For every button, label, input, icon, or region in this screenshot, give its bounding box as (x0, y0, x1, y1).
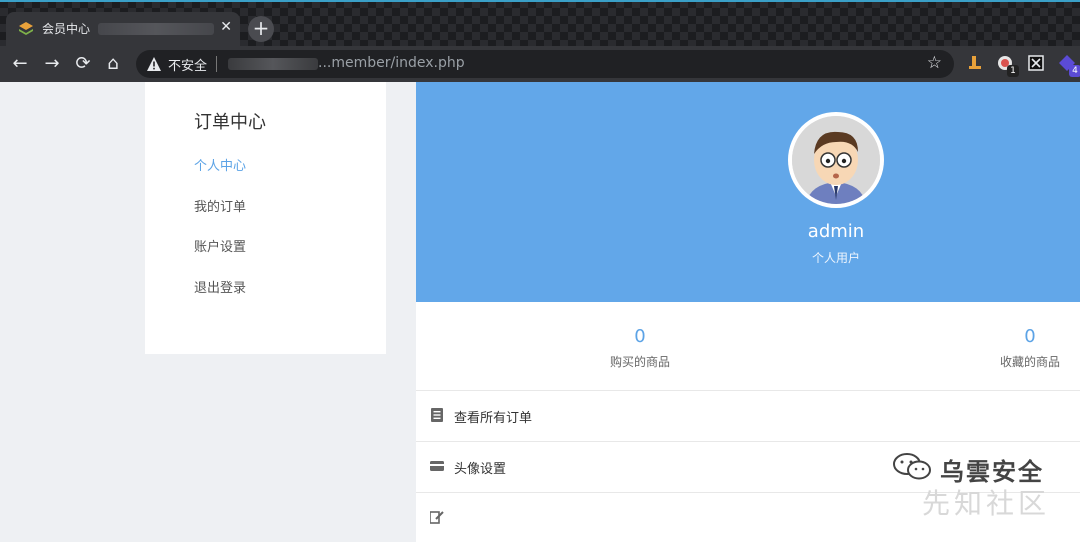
stat-purchased-label: 购买的商品 (609, 355, 670, 369)
tab-title: 会员中心 (42, 22, 91, 36)
browser-chrome: 会员中心 ✕ + ← → ⟳ ⌂ 不安全 ...member/index.php… (0, 0, 1080, 82)
extension-4-badge: 4 (1069, 65, 1080, 77)
extension-2-badge: 1 (1007, 65, 1019, 77)
warning-icon (147, 57, 161, 71)
forward-arrow-icon[interactable]: → (40, 52, 64, 76)
sidebar-item-account-settings[interactable]: 账户设置 (194, 236, 246, 255)
new-tab-button[interactable]: + (248, 16, 274, 42)
back-arrow-icon[interactable]: ← (8, 52, 32, 76)
sidebar-item-logout[interactable]: 退出登录 (194, 277, 246, 296)
menu-item-label: 头像设置 (454, 462, 507, 477)
profile-header: admin 个人用户 (416, 82, 1080, 302)
url-redacted (228, 58, 318, 70)
stat-favorites[interactable]: 0 收藏的商品 (950, 326, 1080, 370)
tab-close-icon[interactable]: ✕ (220, 19, 232, 35)
home-icon[interactable]: ⌂ (101, 52, 125, 76)
address-bar[interactable]: 不安全 ...member/index.php ☆ (136, 50, 954, 78)
stat-favorites-value: 0 (1024, 326, 1036, 347)
page-body: 订单中心 个人中心 我的订单 账户设置 退出登录 admin 个人用户 0 购买… (0, 82, 1080, 542)
extension-2-icon[interactable]: 1 (996, 54, 1019, 77)
avatar-cartoon-icon (792, 116, 880, 204)
address-divider (216, 56, 217, 72)
menu-item-label: 查看所有订单 (454, 411, 533, 426)
sidebar-item-personal-center[interactable]: 个人中心 (194, 155, 246, 174)
stat-purchased-value: 0 (634, 326, 646, 347)
user-type: 个人用户 (811, 251, 860, 265)
tab-strip-accent (0, 0, 1080, 2)
wechat-icon (893, 453, 931, 480)
browser-toolbar: ← → ⟳ ⌂ 不安全 ...member/index.php ☆ 1 4 (0, 46, 1080, 82)
site-favicon-icon (19, 22, 33, 35)
username: admin (807, 221, 865, 242)
browser-tab[interactable]: 会员中心 ✕ (6, 12, 240, 46)
stat-purchased[interactable]: 0 购买的商品 (560, 326, 720, 370)
bookmark-star-icon[interactable]: ☆ (927, 53, 942, 73)
card-icon (430, 461, 444, 471)
tab-title-redacted (98, 23, 214, 35)
menu-item-all-orders[interactable]: 查看所有订单 (416, 390, 1080, 440)
avatar[interactable] (788, 112, 884, 208)
extension-4-icon[interactable]: 4 (1058, 54, 1080, 77)
address-url: ...member/index.php (318, 55, 465, 71)
tab-strip: 会员中心 ✕ + (0, 0, 1080, 46)
extension-1-icon[interactable] (966, 54, 984, 72)
document-icon (431, 408, 443, 422)
sidebar-title: 订单中心 (194, 112, 266, 133)
edit-icon (430, 511, 444, 524)
watermark-faint-text: 先知社区 (922, 487, 1051, 520)
security-label: 不安全 (168, 59, 208, 74)
extension-3-icon[interactable] (1027, 54, 1045, 72)
stat-favorites-label: 收藏的商品 (999, 355, 1060, 369)
reload-icon[interactable]: ⟳ (71, 52, 95, 76)
sidebar-item-my-orders[interactable]: 我的订单 (194, 196, 246, 215)
sidebar: 订单中心 个人中心 我的订单 账户设置 退出登录 (145, 82, 386, 354)
watermark: 乌雲安全 先知社区 (892, 448, 1080, 520)
